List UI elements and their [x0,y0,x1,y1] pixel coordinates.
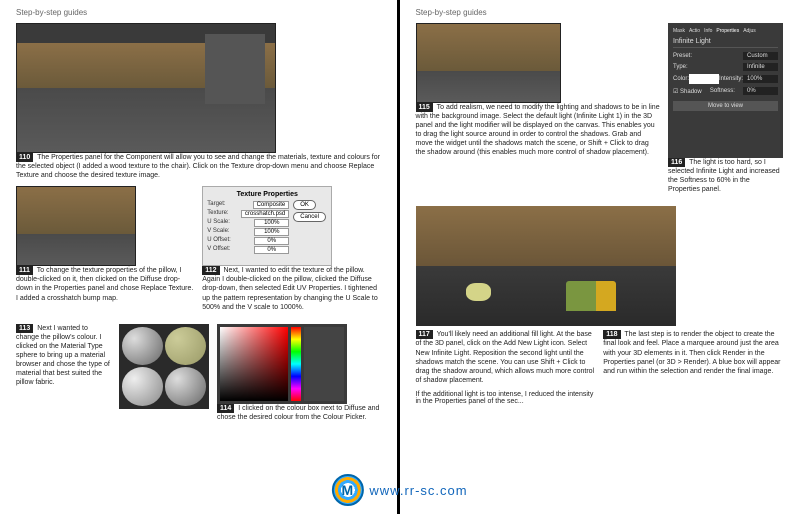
page-header: Step-by-step guides [16,8,381,17]
material-sphere[interactable] [165,367,206,406]
tex-voffset-label: V Offset: [207,246,230,254]
tex-target-label: Target: [207,201,225,209]
tab-info[interactable]: Info [704,28,712,34]
tex-cancel-button[interactable]: Cancel [293,212,326,222]
material-sphere[interactable] [122,327,163,366]
hue-slider[interactable] [291,327,301,401]
screenshot-step-10 [16,23,276,153]
col-16: Mask Actio Info Properties Adjus Infinit… [668,23,783,200]
row-17-18: 117 You'll likely need an additional fil… [416,330,784,405]
col-13-text: 113 Next I wanted to change the pillow's… [16,324,111,428]
tex-ok-button[interactable]: OK [293,200,316,210]
tex-uoffset-label: U Offset: [207,237,231,245]
tab-properties[interactable]: Properties [716,28,739,34]
col-17: 117 You'll likely need an additional fil… [416,330,596,405]
step-10: 110 The Properties panel for the Compone… [16,153,381,180]
tex-uscale-field[interactable]: 100% [254,219,289,227]
texture-properties-panel: Texture Properties Target: Composite Text… [202,186,332,266]
step-num-12: 112 [202,266,219,275]
col-18: 118 The last step is to render the objec… [603,330,783,405]
step-13: 113 Next I wanted to change the pillow's… [16,324,111,388]
tex-texture-label: Texture: [207,210,228,218]
tex-panel-title: Texture Properties [207,191,327,198]
page-header-right: Step-by-step guides [416,8,784,17]
step-num-15: 115 [416,103,433,112]
color-label: Color: [673,76,689,82]
step-18: 118 The last step is to render the objec… [603,330,783,375]
softness-label: Softness: [710,88,735,94]
row-11-12: 111 To change the texture properties of … [16,186,381,317]
step-11-text: To change the texture properties of the … [16,267,193,301]
cut-text-left: If the additional light is too intense, … [416,391,596,405]
preset-dropdown[interactable]: Custom [743,52,778,60]
col-11: 111 To change the texture properties of … [16,186,194,317]
step-17: 117 You'll likely need an additional fil… [416,330,596,385]
watermark: M www.rr-sc.com [331,474,467,506]
screenshot-step-11 [16,186,136,266]
watermark-url: www.rr-sc.com [369,483,467,498]
type-label: Type: [673,64,688,70]
step-num-13: 113 [16,324,33,333]
material-sphere[interactable] [122,367,163,406]
panel-tabs: Mask Actio Info Properties Adjus [673,28,778,34]
tex-texture-dropdown[interactable]: crosshatch.psd [241,210,289,218]
tex-vscale-field[interactable]: 100% [254,228,289,236]
tab-adjustments[interactable]: Adjus [743,28,756,34]
intensity-label: Intensity: [719,76,743,82]
step-num-18: 118 [603,330,620,339]
tex-target-dropdown[interactable]: Composite [253,201,290,209]
screenshot-step-15 [416,23,561,103]
props-title: Infinite Light [673,38,778,48]
chair-object [566,281,616,311]
left-page: Step-by-step guides 110 The Properties p… [0,0,400,514]
tex-uoffset-field[interactable]: 0% [254,237,289,245]
step-num-16: 116 [668,158,685,167]
step-18-text: The last step is to render the object to… [603,331,780,374]
page-spread: Step-by-step guides 110 The Properties p… [0,0,799,514]
right-page: Step-by-step guides 115 To add realism, … [400,0,799,514]
row-13-14: 113 Next I wanted to change the pillow's… [16,324,381,428]
tab-mask[interactable]: Mask [673,28,685,34]
preset-label: Preset: [673,53,692,59]
properties-panel: Mask Actio Info Properties Adjus Infinit… [668,23,783,158]
step-num-10: 110 [16,153,33,162]
intensity-field[interactable]: 100% [743,75,778,83]
step-12-text: Next, I wanted to edit the texture of th… [202,267,378,310]
tex-voffset-field[interactable]: 0% [254,246,289,254]
col-12: Texture Properties Target: Composite Text… [202,186,380,317]
step-14-text: I clicked on the colour box next to Diff… [217,405,379,421]
step-12: 112 Next, I wanted to edit the texture o… [202,266,380,311]
step-14: 114 I clicked on the colour box next to … [217,404,381,422]
color-fields[interactable] [304,327,344,401]
material-sphere[interactable] [165,327,206,366]
color-picker [217,324,347,404]
step-num-11: 111 [16,266,33,275]
col-15: 115 To add realism, we need to modify th… [416,23,661,200]
step-11: 111 To change the texture properties of … [16,266,194,302]
step-num-14: 114 [217,404,234,413]
step-16: 116 The light is too hard, so I selected… [668,158,783,194]
material-browser [119,324,209,409]
type-dropdown[interactable]: Infinite [743,63,778,71]
col-14: 114 I clicked on the colour box next to … [217,324,381,428]
step-13-text: Next I wanted to change the pillow's col… [16,325,110,387]
watermark-badge: M [331,474,363,506]
tab-actions[interactable]: Actio [689,28,700,34]
tex-vscale-label: V Scale: [207,228,229,236]
pillow-object [466,283,491,301]
step-num-17: 117 [416,330,433,339]
shadow-checkbox-label[interactable]: ☑ Shadow [673,88,702,95]
color-swatch[interactable] [689,74,719,84]
step-17-text: You'll likely need an additional fill li… [416,331,595,383]
color-gradient[interactable] [220,327,288,401]
row-15-16: 115 To add realism, we need to modify th… [416,23,784,200]
softness-field[interactable]: 0% [743,87,778,95]
move-to-view-button[interactable]: Move to view [673,101,778,111]
render-screenshot [416,206,676,326]
step-15-text: To add realism, we need to modify the li… [416,104,660,156]
step-10-text: The Properties panel for the Component w… [16,154,380,179]
tex-uscale-label: U Scale: [207,219,230,227]
step-15: 115 To add realism, we need to modify th… [416,103,661,158]
